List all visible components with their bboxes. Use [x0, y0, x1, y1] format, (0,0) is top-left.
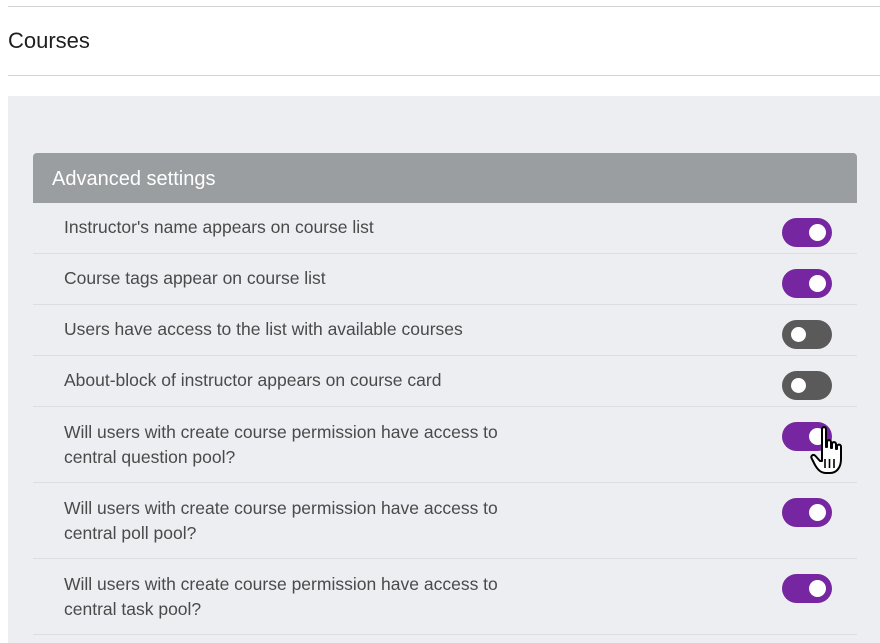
poll-pool-toggle[interactable] — [782, 498, 832, 527]
advanced-settings-panel: Advanced settings Instructor's name appe… — [33, 153, 857, 643]
toggle-knob — [809, 580, 826, 597]
toggle-knob — [809, 428, 826, 445]
course-tags-toggle[interactable] — [782, 269, 832, 298]
top-divider — [8, 6, 880, 7]
setting-row-instructor-name: Instructor's name appears on course list — [33, 203, 857, 254]
setting-label: Will users with create course permission… — [64, 422, 498, 467]
available-courses-toggle[interactable] — [782, 320, 832, 349]
setting-row-course-tags: Course tags appear on course list — [33, 254, 857, 305]
setting-row-about-block: About-block of instructor appears on cou… — [33, 356, 857, 407]
about-block-toggle[interactable] — [782, 371, 832, 400]
toggle-knob — [809, 224, 826, 241]
setting-label: Course tags appear on course list — [64, 268, 326, 288]
setting-row-available-courses: Users have access to the list with avail… — [33, 305, 857, 356]
toggle-knob — [809, 504, 826, 521]
setting-label: Users have access to the list with avail… — [64, 319, 463, 339]
toggle-knob — [791, 378, 806, 393]
toggle-knob — [809, 275, 826, 292]
setting-row-question-pool: Will users with create course permission… — [33, 407, 857, 483]
page: Courses Advanced settings Instructor's n… — [0, 0, 880, 643]
setting-row-poll-pool: Will users with create course permission… — [33, 483, 857, 559]
setting-label: Will users with create course permission… — [64, 498, 498, 543]
setting-label: Instructor's name appears on course list — [64, 217, 374, 237]
setting-row-task-pool: Will users with create course permission… — [33, 559, 857, 635]
toggle-knob — [791, 327, 806, 342]
setting-label: About-block of instructor appears on cou… — [64, 370, 442, 390]
instructor-name-toggle[interactable] — [782, 218, 832, 247]
title-divider — [8, 75, 880, 76]
setting-label: Will users with create course permission… — [64, 574, 498, 619]
panel-header: Advanced settings — [33, 153, 857, 203]
page-title: Courses — [8, 28, 90, 53]
task-pool-toggle[interactable] — [782, 574, 832, 603]
question-pool-toggle[interactable] — [782, 422, 832, 451]
